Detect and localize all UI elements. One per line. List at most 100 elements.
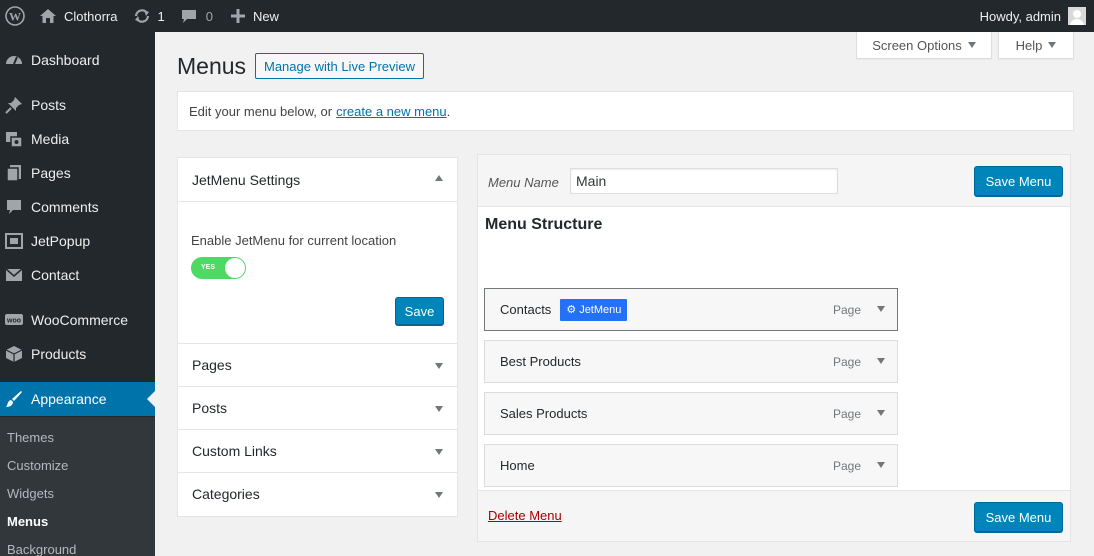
screen-options-label: Screen Options [872,37,962,53]
submenu-item-menus[interactable]: Menus [7,514,48,529]
menu-item-contacts[interactable]: Contacts ⚙ JetMenu Page [484,288,898,331]
comments-count: 0 [205,8,213,24]
chevron-down-icon [435,492,443,498]
home-icon [39,8,57,24]
svg-text:woo: woo [6,318,21,325]
manage-menus-notice: Edit your menu below, or create a new me… [177,91,1074,131]
sidebar-item-label: Pages [31,165,71,181]
comments-link[interactable]: 0 [181,0,213,32]
sidebar-item-jetpopup[interactable]: JetPopup [0,224,155,258]
woocommerce-icon: woo [4,311,24,329]
sidebar-item-label: Media [31,131,70,147]
menu-structure-title: Menu Structure [485,216,603,233]
menu-name-input[interactable] [570,168,838,194]
enable-jetmenu-toggle[interactable]: YES [191,257,246,279]
chevron-down-icon [1048,42,1057,48]
menu-item-title: Home [500,458,535,473]
menu-item-type: Page [832,303,861,317]
menu-item-sales-products[interactable]: Sales Products Page [484,392,898,435]
accordion-label: Categories [192,486,260,502]
sidebar-item-media[interactable]: Media [0,122,155,156]
chevron-down-icon[interactable] [877,306,885,312]
toggle-state-label: YES [201,264,216,271]
greeting: Howdy, admin [979,8,1061,24]
sidebar-item-label: WooCommerce [31,312,128,328]
avatar-icon [1068,7,1086,25]
chevron-down-icon [967,42,976,48]
chevron-down-icon[interactable] [877,358,885,364]
menu-item-type: Page [832,459,861,473]
admin-sidebar: Dashboard Posts Media Pages Comments Jet… [0,32,155,556]
chevron-up-icon [435,175,443,181]
site-name-link[interactable]: Clothorra [39,0,117,32]
submenu-item-customize[interactable]: Customize [7,458,68,473]
appearance-submenu: Themes Customize Widgets Menus Backgroun… [0,417,155,556]
menu-settings-panel: JetMenu Settings Enable JetMenu for curr… [177,157,458,517]
accordion-label: Custom Links [192,443,277,459]
save-menu-button-top[interactable]: Save Menu [974,166,1063,196]
sidebar-item-label: Comments [31,199,99,215]
submenu-item-themes[interactable]: Themes [7,430,54,445]
updates-count: 1 [157,8,165,24]
chevron-down-icon [435,363,443,369]
sidebar-item-label: Posts [31,97,67,113]
site-name: Clothorra [64,8,118,24]
menu-name-label: Menu Name [488,175,559,190]
sidebar-item-label: Appearance [31,391,107,407]
menu-item-type: Page [832,407,861,421]
dashboard-icon [4,51,24,69]
chevron-down-icon[interactable] [877,462,885,468]
wordpress-logo-icon: W [5,6,25,26]
chevron-down-icon[interactable] [877,410,885,416]
screen-options-button[interactable]: Screen Options [856,32,992,59]
svg-text:W: W [9,10,21,24]
notice-text: Edit your menu below, or [189,103,333,119]
new-content-link[interactable]: New [230,0,279,32]
sidebar-item-label: Contact [31,267,80,283]
sidebar-item-label: Dashboard [31,52,100,68]
submenu-item-background[interactable]: Background [7,542,76,556]
jetmenu-badge[interactable]: ⚙ JetMenu [560,298,628,321]
menu-item-home[interactable]: Home Page [484,444,898,487]
toggle-knob [225,258,245,278]
sidebar-item-dashboard[interactable]: Dashboard [0,43,155,77]
envelope-icon [4,266,24,284]
pin-icon [4,96,24,114]
enable-jetmenu-label: Enable JetMenu for current location [191,233,397,248]
sidebar-item-pages[interactable]: Pages [0,156,155,190]
jetmenu-save-button[interactable]: Save [395,297,444,325]
sidebar-item-appearance[interactable]: Appearance [0,382,155,416]
sidebar-item-comments[interactable]: Comments [0,190,155,224]
help-button[interactable]: Help [998,32,1074,59]
accordion-custom-links[interactable]: Custom Links [178,429,457,472]
paintbrush-icon [4,390,24,408]
new-label: New [252,8,279,24]
updates-link[interactable]: 1 [133,0,165,32]
menu-item-type: Page [832,355,861,369]
wordpress-logo-button[interactable]: W [2,0,28,32]
live-preview-button[interactable]: Manage with Live Preview [255,53,425,79]
accordion-categories[interactable]: Categories [178,472,457,515]
menu-item-best-products[interactable]: Best Products Page [484,340,898,383]
my-account-link[interactable]: Howdy, admin [980,0,1094,32]
create-new-menu-link[interactable]: create a new menu [336,104,447,119]
page-title: Menus [177,53,247,79]
delete-menu-link[interactable]: Delete Menu [488,508,562,523]
accordion-posts[interactable]: Posts [178,386,457,429]
accordion-label: Posts [192,400,228,416]
menu-editor-panel: Menu Name Save Menu Menu Structure Conta… [477,154,1071,542]
menu-item-title: Sales Products [500,406,588,421]
media-icon [4,130,24,148]
admin-bar: W Clothorra 1 0 New Howdy, admin [0,0,1094,32]
accordion-pages[interactable]: Pages [178,343,457,386]
save-menu-button-bottom[interactable]: Save Menu [974,502,1063,532]
sidebar-item-contact[interactable]: Contact [0,258,155,292]
sidebar-item-posts[interactable]: Posts [0,88,155,122]
help-label: Help [1015,37,1043,53]
jetpopup-icon [4,232,24,250]
sidebar-item-products[interactable]: Products [0,337,155,371]
jetmenu-settings-header[interactable]: JetMenu Settings [178,158,457,201]
plus-icon [230,9,245,23]
sidebar-item-woocommerce[interactable]: woo WooCommerce [0,303,155,337]
submenu-item-widgets[interactable]: Widgets [7,486,54,501]
